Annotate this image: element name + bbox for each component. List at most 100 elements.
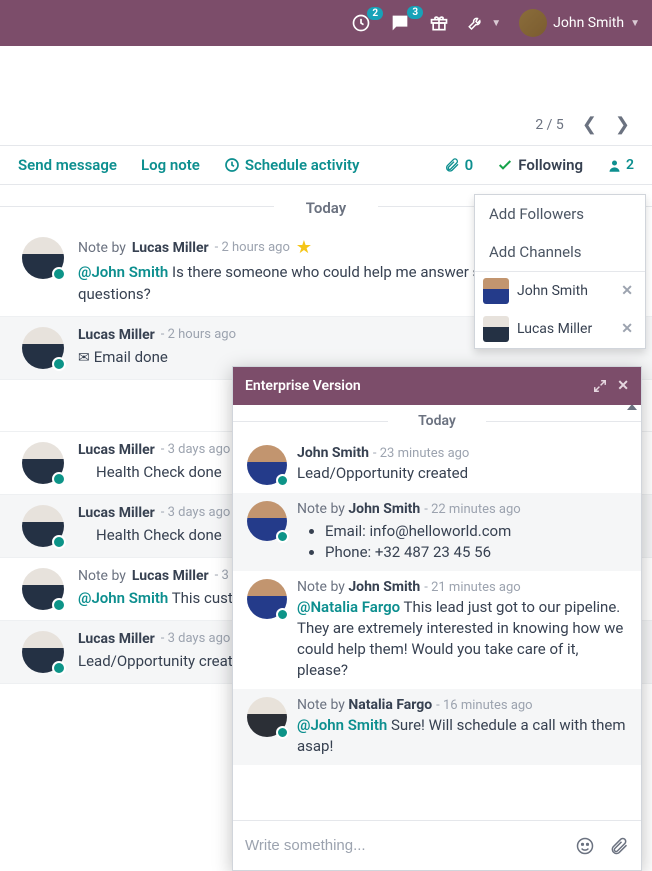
mention[interactable]: @John Smith bbox=[78, 589, 168, 607]
chat-time: - 16 minutes ago bbox=[436, 698, 532, 713]
chat-text: Lead/Opportunity created bbox=[297, 463, 627, 484]
online-dot bbox=[52, 357, 66, 371]
online-dot bbox=[276, 608, 289, 621]
message-author: Lucas Miller bbox=[132, 568, 209, 584]
pager-next[interactable]: ❯ bbox=[615, 114, 630, 135]
message-author: Lucas Miller bbox=[78, 327, 155, 343]
avatar bbox=[483, 278, 509, 304]
following-button[interactable]: Following bbox=[497, 156, 583, 174]
compose-input[interactable] bbox=[245, 837, 561, 854]
online-dot bbox=[276, 530, 289, 543]
online-dot bbox=[52, 598, 66, 612]
pager-text: 2 / 5 bbox=[535, 117, 563, 133]
followers-popup: Add Followers Add Channels John Smith ✕ … bbox=[474, 194, 646, 349]
avatar bbox=[483, 316, 509, 342]
check-icon bbox=[497, 157, 513, 173]
chat-title: Enterprise Version bbox=[245, 378, 583, 394]
attachments-link[interactable]: 0 bbox=[444, 156, 474, 174]
note-prefix: Note by bbox=[78, 240, 126, 256]
topbar: 2 3 ▼ John Smith ▼ bbox=[0, 0, 652, 46]
note-prefix: Note by bbox=[297, 697, 348, 713]
expand-icon[interactable] bbox=[593, 379, 607, 393]
person-icon bbox=[607, 158, 622, 173]
remove-follower-icon[interactable]: ✕ bbox=[617, 321, 637, 337]
online-dot bbox=[276, 474, 289, 487]
close-icon[interactable]: ✕ bbox=[617, 378, 629, 394]
gift-icon-svg bbox=[429, 13, 449, 33]
chat-author: John Smith bbox=[297, 445, 369, 461]
send-message-link[interactable]: Send message bbox=[18, 156, 117, 174]
gift-icon[interactable] bbox=[429, 13, 449, 33]
chat-time: - 21 minutes ago bbox=[424, 580, 520, 595]
mention[interactable]: @John Smith bbox=[78, 263, 168, 281]
caret-down-icon: ▼ bbox=[491, 18, 501, 29]
log-note-link[interactable]: Log note bbox=[141, 156, 200, 174]
schedule-activity-link[interactable]: Schedule activity bbox=[224, 156, 360, 174]
mention[interactable]: @John Smith bbox=[297, 716, 387, 734]
message-text: Lead/Opportunity created bbox=[78, 652, 249, 670]
emoji-icon[interactable] bbox=[575, 836, 595, 856]
chat-author: John Smith bbox=[348, 501, 420, 517]
chat-header[interactable]: Enterprise Version ✕ bbox=[233, 367, 641, 405]
chat-time: - 23 minutes ago bbox=[373, 446, 469, 461]
online-dot bbox=[52, 535, 66, 549]
chat-message: Note by John Smith- 22 minutes ago Email… bbox=[233, 493, 641, 571]
message-author: Lucas Miller bbox=[78, 505, 155, 521]
caret-down-icon: ▼ bbox=[630, 18, 640, 29]
followers-count-button[interactable]: 2 bbox=[607, 157, 634, 173]
message-time: - 3 days ago bbox=[161, 442, 231, 457]
online-dot bbox=[52, 661, 66, 675]
messages-badge: 3 bbox=[407, 6, 423, 19]
online-dot bbox=[276, 726, 289, 739]
remove-follower-icon[interactable]: ✕ bbox=[617, 283, 637, 299]
pager: 2 / 5 ❮ ❯ bbox=[0, 114, 652, 145]
message-time: - 2 hours ago bbox=[161, 327, 236, 342]
chat-author: John Smith bbox=[348, 579, 420, 595]
message-author: Lucas Miller bbox=[78, 631, 155, 647]
message-author: Lucas Miller bbox=[132, 240, 209, 256]
follower-name: Lucas Miller bbox=[517, 321, 609, 337]
paperclip-icon bbox=[444, 157, 460, 173]
messages-indicator[interactable]: 3 bbox=[389, 12, 411, 34]
tools-menu[interactable]: ▼ bbox=[467, 14, 501, 32]
chat-message: Note by John Smith - 21 minutes ago @Nata… bbox=[233, 571, 641, 689]
chat-date-separator: Today bbox=[233, 405, 641, 437]
message-time: - 3 days ago bbox=[161, 505, 231, 520]
online-dot bbox=[52, 267, 66, 281]
user-avatar bbox=[519, 9, 547, 37]
message-text: Health Check done bbox=[96, 526, 222, 544]
chat-compose bbox=[233, 820, 641, 870]
chat-text: Email: info@helloworld.com Phone: +32 48… bbox=[297, 521, 627, 563]
user-name: John Smith bbox=[553, 15, 624, 31]
chat-message: John Smith - 23 minutes ago Lead/Opportun… bbox=[233, 437, 641, 493]
star-icon[interactable]: ★ bbox=[296, 237, 312, 258]
follower-row[interactable]: John Smith ✕ bbox=[475, 272, 645, 310]
wrench-icon bbox=[467, 14, 485, 32]
action-bar: Send message Log note Schedule activity … bbox=[0, 145, 652, 185]
pager-prev[interactable]: ❮ bbox=[582, 114, 597, 135]
message-time: - 3 days ago bbox=[161, 631, 231, 646]
add-followers-option[interactable]: Add Followers bbox=[475, 195, 645, 233]
user-menu[interactable]: John Smith ▼ bbox=[519, 9, 640, 37]
followers-count: 2 bbox=[626, 157, 634, 173]
list-item: Email: info@helloworld.com bbox=[325, 521, 627, 542]
attach-count: 0 bbox=[465, 156, 474, 174]
chat-message: Note by Natalia Fargo - 16 minutes ago @J… bbox=[233, 689, 641, 765]
add-channels-option[interactable]: Add Channels bbox=[475, 233, 645, 271]
schedule-label: Schedule activity bbox=[245, 156, 360, 174]
message-time: - 2 hours ago bbox=[215, 240, 290, 255]
follower-row[interactable]: Lucas Miller ✕ bbox=[475, 310, 645, 348]
following-label: Following bbox=[518, 156, 583, 174]
chat-body[interactable]: Today John Smith - 23 minutes ago Lead/Op… bbox=[233, 405, 641, 820]
chat-time: - 22 minutes ago bbox=[424, 502, 520, 517]
online-dot bbox=[52, 472, 66, 486]
note-prefix: Note by bbox=[297, 579, 348, 595]
chat-author: Natalia Fargo bbox=[348, 697, 432, 713]
note-prefix: Note by bbox=[78, 568, 126, 584]
mention[interactable]: @Natalia Fargo bbox=[297, 598, 400, 616]
activity-badge: 2 bbox=[367, 7, 383, 20]
follower-name: John Smith bbox=[517, 283, 609, 299]
activity-indicator[interactable]: 2 bbox=[351, 13, 371, 33]
envelope-icon: ✉ bbox=[78, 350, 90, 366]
attach-icon[interactable] bbox=[609, 836, 629, 856]
